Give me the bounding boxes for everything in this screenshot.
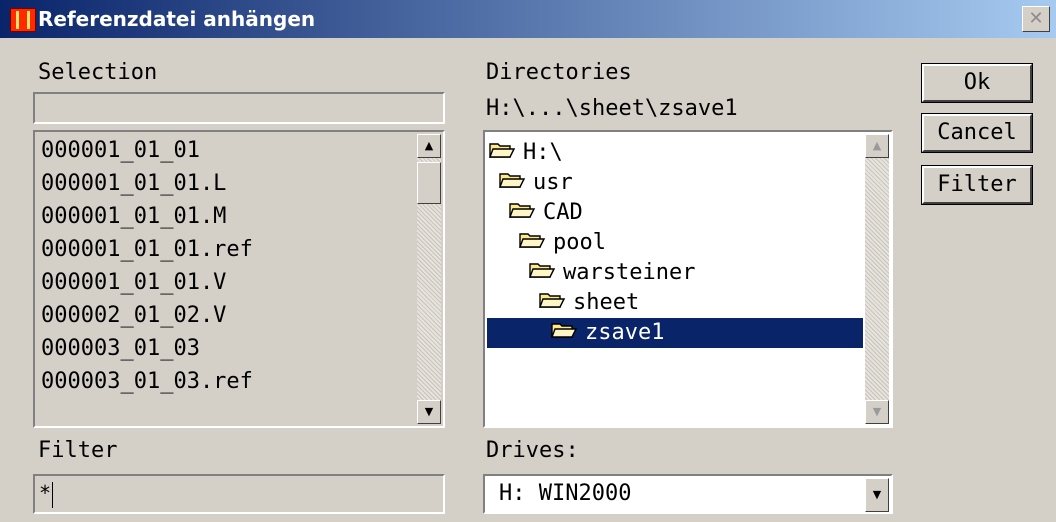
drives-dropdown[interactable]: H: WIN2000 ▼ — [483, 474, 893, 514]
directories-label: Directories — [486, 60, 632, 85]
folder-icon — [528, 258, 556, 288]
selection-input[interactable] — [33, 92, 445, 124]
filter-label: Filter — [38, 438, 118, 463]
ok-button[interactable]: Ok — [921, 63, 1033, 103]
folder-icon — [538, 288, 566, 318]
close-button[interactable]: ✕ — [1022, 6, 1050, 32]
list-item[interactable]: 000003_01_03 — [41, 334, 200, 364]
directory-name: CAD — [543, 200, 583, 225]
folder-icon — [488, 138, 516, 168]
directory-name: usr — [533, 170, 573, 195]
scroll-down-arrow-icon[interactable]: ▼ — [417, 400, 441, 424]
directory-item[interactable]: zsave1 — [487, 318, 863, 348]
scroll-up-arrow-icon[interactable]: ▲ — [865, 134, 889, 158]
current-path: H:\...\sheet\zsave1 — [486, 96, 738, 121]
filter-button[interactable]: Filter — [921, 165, 1033, 205]
directory-item[interactable]: pool — [518, 228, 606, 258]
folder-icon — [508, 198, 536, 228]
drives-label: Drives: — [486, 438, 579, 463]
directory-name: warsteiner — [563, 260, 696, 285]
directory-name: H:\ — [523, 140, 563, 165]
list-item[interactable]: 000001_01_01.ref — [41, 235, 253, 265]
directory-name: zsave1 — [585, 320, 665, 345]
directory-name: pool — [553, 230, 606, 255]
folder-icon — [550, 318, 578, 348]
file-list[interactable]: 000001_01_01 000001_01_01.L 000001_01_01.M… — [33, 130, 445, 428]
title-bar: Referenzdatei anhängen ✕ — [0, 0, 1056, 38]
directory-item[interactable]: sheet — [538, 288, 640, 318]
list-item[interactable]: 000001_01_01.M — [41, 202, 226, 232]
filter-input[interactable]: * — [33, 474, 445, 514]
list-item[interactable]: 000001_01_01.V — [41, 268, 226, 298]
folder-icon — [518, 228, 546, 258]
directory-list[interactable]: H:\ usr CAD pool warsteiner sheet zsave1 ▲ ▼ — [483, 130, 893, 428]
list-item[interactable]: 000003_01_03.ref — [41, 367, 253, 397]
directory-item[interactable]: CAD — [508, 198, 583, 228]
drives-selected-value: H: WIN2000 — [499, 481, 632, 506]
directory-item[interactable]: warsteiner — [528, 258, 696, 288]
directory-name: sheet — [573, 290, 640, 315]
selection-label: Selection — [38, 60, 158, 85]
list-item[interactable]: 000001_01_01 — [41, 136, 200, 166]
folder-icon — [498, 168, 526, 198]
text-cursor — [52, 482, 53, 508]
cancel-button[interactable]: Cancel — [921, 113, 1033, 153]
scroll-down-arrow-icon[interactable]: ▼ — [865, 400, 889, 424]
directory-item[interactable]: usr — [498, 168, 573, 198]
list-item[interactable]: 000002_01_02.V — [41, 301, 226, 331]
scroll-up-arrow-icon[interactable]: ▲ — [417, 134, 441, 158]
window-title: Referenzdatei anhängen — [38, 7, 316, 31]
app-icon — [10, 8, 36, 32]
chevron-down-icon[interactable]: ▼ — [865, 478, 889, 512]
directory-item[interactable]: H:\ — [488, 138, 563, 168]
list-item[interactable]: 000001_01_01.L — [41, 169, 226, 199]
directory-list-scrollbar[interactable]: ▲ ▼ — [865, 134, 889, 424]
scroll-thumb[interactable] — [417, 162, 441, 204]
file-list-scrollbar[interactable]: ▲ ▼ — [417, 134, 441, 424]
